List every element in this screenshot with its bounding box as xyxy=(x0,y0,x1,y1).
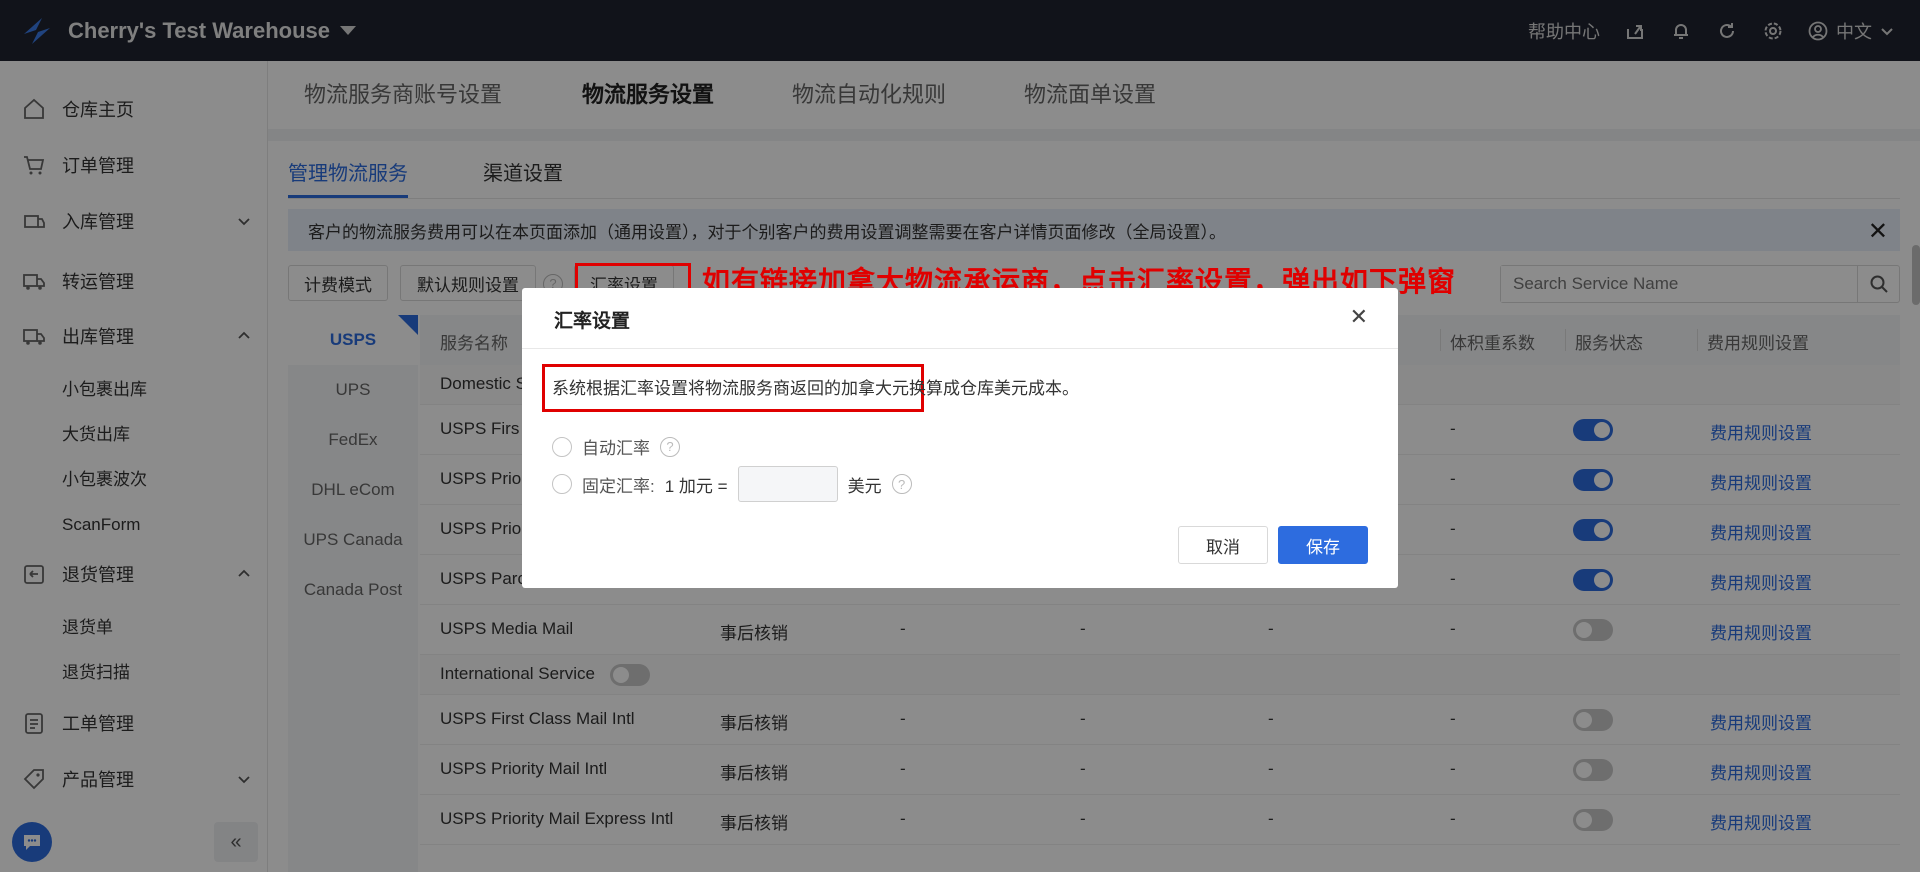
fixed-rate-label: 固定汇率: xyxy=(582,476,655,496)
cancel-button[interactable]: 取消 xyxy=(1178,526,1268,564)
auto-rate-radio[interactable] xyxy=(552,436,572,457)
dialog-description: 系统根据汇率设置将物流服务商返回的加拿大元换算成仓库美元成本。 xyxy=(552,379,1079,398)
fixed-rate-radio[interactable] xyxy=(552,474,572,494)
help-icon[interactable]: ? xyxy=(891,474,912,494)
save-button[interactable]: 保存 xyxy=(1278,526,1368,564)
auto-rate-label: 自动汇率 xyxy=(582,439,650,458)
exchange-rate-dialog: 汇率设置 ✕ 系统根据汇率设置将物流服务商返回的加拿大元换算成仓库美元成本。 自… xyxy=(522,288,1398,588)
fixed-rate-prefix: 1 加元 = xyxy=(664,476,728,496)
fixed-rate-unit: 美元 xyxy=(847,476,882,496)
dialog-divider xyxy=(522,348,1398,349)
close-icon[interactable]: ✕ xyxy=(1350,304,1368,330)
help-icon[interactable]: ? xyxy=(660,436,680,457)
auto-rate-option[interactable]: 自动汇率 ? xyxy=(552,434,680,459)
dialog-title: 汇率设置 xyxy=(554,311,631,332)
fixed-rate-input[interactable] xyxy=(737,466,838,502)
fixed-rate-option[interactable]: 固定汇率: 1 加元 = 美元 ? xyxy=(552,466,912,502)
